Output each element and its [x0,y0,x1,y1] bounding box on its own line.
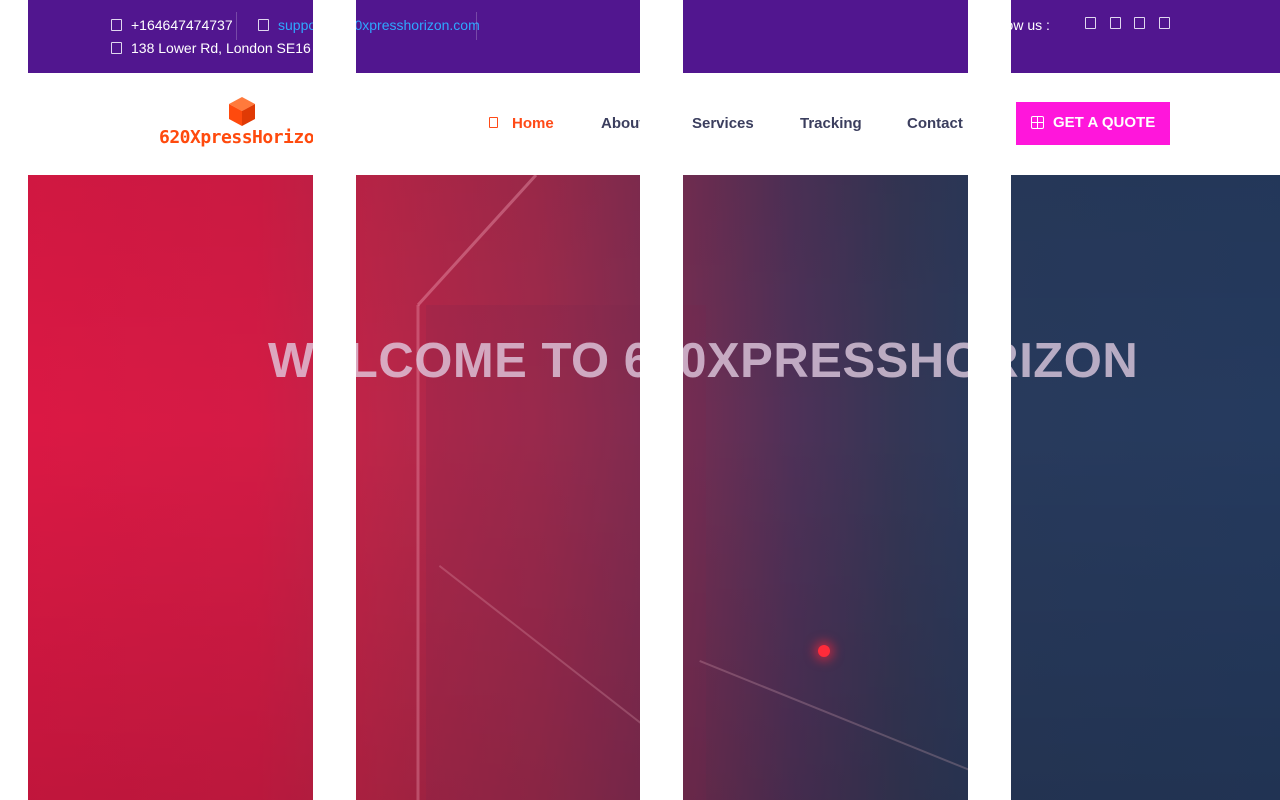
hero-title: WELCOME TO 620XPRESSHORIZON [1011,334,1139,388]
home-icon [489,117,498,128]
instagram-icon[interactable] [1134,17,1145,29]
truck-illustration [416,175,640,800]
nav-home-label: Home [512,115,554,132]
page-slice-1: +164647474737 support@620xpresshorizon.c… [28,0,313,800]
email-link[interactable]: support@620xpresshorizon.com [278,17,313,33]
map-pin-icon [111,42,122,54]
divider [236,12,237,40]
nav-services[interactable]: Services [692,115,754,132]
page-slice-4: +164647474737 support@620xpresshorizon.c… [1011,0,1280,800]
hero-banner [683,175,968,800]
page-slice-2: +164647474737 support@620xpresshorizon.c… [356,0,640,800]
slice-content: +164647474737 support@620xpresshorizon.c… [356,0,640,800]
slice-content: +164647474737 support@620xpresshorizon.c… [683,0,968,800]
slice-content: +164647474737 support@620xpresshorizon.c… [1011,0,1280,800]
nav-contact[interactable]: Contact [907,115,963,132]
top-bar: +164647474737 support@620xpresshorizon.c… [28,0,313,73]
hero-title: WELCOME TO 620XPRESSHORIZON [356,334,640,388]
hero-title: WELCOME TO 620XPRESSHORIZON [683,334,968,388]
cube-logo-icon[interactable] [227,96,257,127]
divider [476,12,477,40]
calculator-icon [1031,116,1044,129]
hero-shade [28,175,313,800]
email-link[interactable]: support@620xpresshorizon.com [356,17,480,33]
twitter-icon[interactable] [1110,17,1121,29]
follow-us-label: Follow us : [1011,17,1050,33]
email-contact[interactable]: support@620xpresshorizon.com [258,17,313,33]
address-contact: 138 Lower Rd, London SE16 2UG [111,40,313,56]
nav-about[interactable]: About [601,115,640,132]
hero-title: WELCOME TO 620XPRESSHORIZON [268,334,313,388]
quote-button-label: GET A QUOTE [1053,114,1156,131]
hero-banner [28,175,313,800]
top-bar: +164647474737 support@620xpresshorizon.c… [683,0,968,73]
hero-banner [1011,175,1280,800]
get-a-quote-button[interactable]: GET A QUOTE [1016,102,1170,145]
slice-content: +164647474737 support@620xpresshorizon.c… [28,0,313,800]
truck-illustration [683,305,706,800]
envelope-icon [258,19,269,31]
nav-home[interactable]: Home [489,115,554,132]
phone-contact[interactable]: +164647474737 [111,17,233,33]
hero-shade [683,175,968,800]
phone-icon [111,19,122,31]
top-bar: +164647474737 support@620xpresshorizon.c… [356,0,640,73]
page-slice-3: +164647474737 support@620xpresshorizon.c… [683,0,968,800]
address-text: 138 Lower Rd, London SE16 2UG [131,40,313,56]
linkedin-icon[interactable] [1159,17,1170,29]
top-bar: +164647474737 support@620xpresshorizon.c… [1011,0,1280,73]
main-navbar [28,73,313,175]
hero-shade [1011,175,1280,800]
facebook-icon[interactable] [1085,17,1096,29]
tail-light [818,645,830,657]
phone-number: +164647474737 [131,17,233,33]
nav-tracking[interactable]: Tracking [800,115,862,132]
hero-banner [356,175,640,800]
email-contact[interactable]: support@620xpresshorizon.com [356,17,480,33]
brand-logo[interactable]: 620XpressHorizon [159,127,313,148]
